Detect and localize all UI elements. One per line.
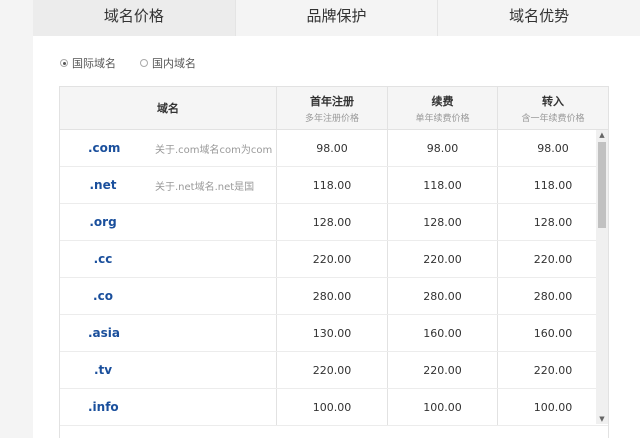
header-renew: 续费 单年续费价格	[388, 87, 498, 129]
radio-international-label: 国际域名	[72, 57, 116, 70]
register-price: 98.00	[277, 130, 388, 166]
domain-extension[interactable]: .asia	[88, 326, 120, 340]
header-register: 首年注册 多年注册价格	[277, 87, 388, 129]
tab-domain-advantages[interactable]: 域名优势	[438, 0, 640, 36]
price-table: 域名 首年注册 多年注册价格 续费 单年续费价格 转入 含一年续费价格 .com…	[59, 86, 609, 438]
domain-extension[interactable]: .com	[88, 141, 120, 155]
transfer-price: 98.00	[537, 141, 569, 155]
radio-unchecked-icon[interactable]	[140, 59, 148, 67]
domain-description: 关于.com域名com为com	[155, 144, 273, 156]
price-panel: 国际域名 国内域名 域名 首年注册 多年注册价格 续费 单年续费价格 转入 含一…	[33, 36, 640, 438]
table-row: .info 100.00 100.00 100.00	[60, 389, 608, 426]
header-transfer: 转入 含一年续费价格	[521, 94, 585, 124]
register-price: 118.00	[277, 167, 388, 203]
register-price: 128.00	[277, 204, 388, 240]
renew-price: 220.00	[388, 352, 498, 388]
header-domain: 域名	[60, 87, 277, 129]
transfer-price: 160.00	[533, 326, 573, 340]
transfer-price: 220.00	[533, 363, 573, 377]
register-price: 220.00	[277, 241, 388, 277]
tab-domain-price[interactable]: 域名价格	[33, 0, 236, 36]
domain-extension[interactable]: .tv	[88, 363, 118, 377]
domain-description: 关于.net域名.net是国	[155, 181, 255, 193]
table-row: .net 关于.net域名.net是国 118.00 118.00 118.00	[60, 167, 608, 204]
register-price: 130.00	[277, 315, 388, 351]
renew-price: 98.00	[388, 130, 498, 166]
domain-extension[interactable]: .co	[88, 289, 118, 303]
table-row: .cc 220.00 220.00 220.00	[60, 241, 608, 278]
transfer-price: 220.00	[533, 252, 573, 266]
renew-price: 118.00	[388, 167, 498, 203]
table-row: .org 128.00 128.00 128.00	[60, 204, 608, 241]
renew-price: 160.00	[388, 315, 498, 351]
table-scrollbar[interactable]: ▲ ▼	[596, 130, 608, 424]
domain-extension[interactable]: .info	[88, 400, 119, 414]
radio-checked-icon[interactable]	[60, 59, 68, 67]
table-row: .com 关于.com域名com为com 98.00 98.00 98.00	[60, 130, 608, 167]
table-row: .tv 220.00 220.00 220.00	[60, 352, 608, 389]
transfer-price: 280.00	[533, 289, 573, 303]
arrow-down-icon[interactable]: ▼	[596, 414, 608, 424]
renew-price: 220.00	[388, 241, 498, 277]
transfer-price: 100.00	[533, 400, 573, 414]
table-body: .com 关于.com域名com为com 98.00 98.00 98.00 .…	[60, 130, 608, 426]
domain-extension[interactable]: .net	[88, 178, 118, 192]
transfer-price: 118.00	[533, 178, 573, 192]
register-price: 100.00	[277, 389, 388, 425]
domain-type-filter: 国际域名 国内域名	[60, 55, 196, 71]
scroll-thumb[interactable]	[598, 142, 606, 228]
renew-price: 128.00	[388, 204, 498, 240]
domain-extension[interactable]: .org	[88, 215, 118, 229]
renew-price: 100.00	[388, 389, 498, 425]
table-row: .co 280.00 280.00 280.00	[60, 278, 608, 315]
tab-bar: 域名价格 品牌保护 域名优势	[33, 0, 640, 36]
table-header: 域名 首年注册 多年注册价格 续费 单年续费价格 转入 含一年续费价格	[60, 87, 608, 130]
arrow-up-icon[interactable]: ▲	[596, 130, 608, 140]
renew-price: 280.00	[388, 278, 498, 314]
register-price: 220.00	[277, 352, 388, 388]
tab-brand-protection[interactable]: 品牌保护	[235, 0, 439, 36]
domain-extension[interactable]: .cc	[88, 252, 118, 266]
radio-international[interactable]: 国际域名	[60, 55, 116, 71]
radio-domestic[interactable]: 国内域名	[140, 55, 196, 71]
register-price: 280.00	[277, 278, 388, 314]
table-row: .asia 130.00 160.00 160.00	[60, 315, 608, 352]
transfer-price: 128.00	[533, 215, 573, 229]
radio-domestic-label: 国内域名	[152, 57, 196, 70]
